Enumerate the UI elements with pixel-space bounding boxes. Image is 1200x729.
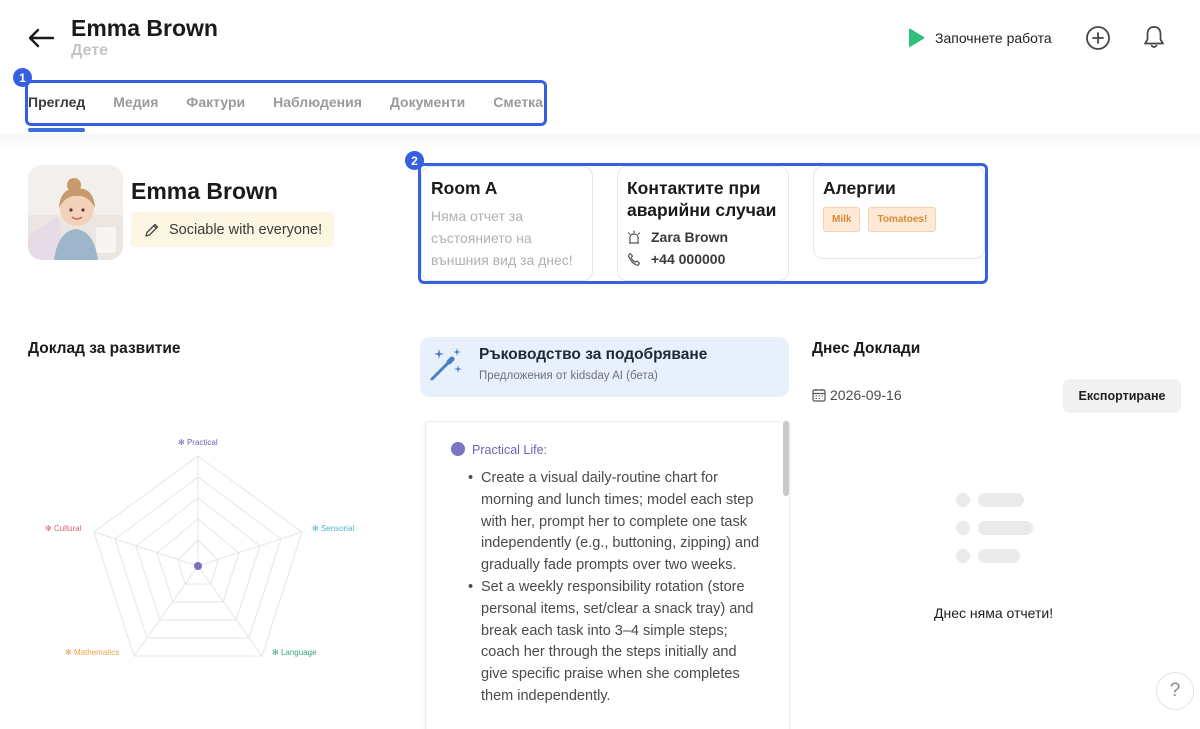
guidance-bullets: Create a visual daily-routine chart for …	[462, 468, 762, 708]
annotation-badge-2: 2	[405, 151, 424, 170]
profile-note[interactable]: Sociable with everyone!	[131, 212, 334, 247]
radar-label-practical: ✻ Practical	[178, 438, 218, 447]
magic-wand-icon	[430, 348, 462, 381]
radar-label-cultural: ✻ Cultural	[45, 524, 82, 533]
radar-label-language: ✻ Language	[272, 648, 317, 657]
play-icon	[909, 28, 925, 48]
active-tab-indicator	[28, 128, 85, 132]
start-work-label: Започнете работа	[935, 30, 1052, 46]
guidance-scrollbar[interactable]	[783, 421, 789, 496]
export-button[interactable]: Експортиране	[1063, 379, 1181, 413]
reports-date[interactable]: 2026-09-16	[812, 387, 902, 403]
category-dot-icon	[451, 442, 465, 456]
help-button[interactable]: ?	[1156, 672, 1194, 710]
calendar-icon	[812, 389, 826, 402]
guidance-title: Ръководство за подобряване	[479, 346, 708, 363]
development-report-title: Доклад за развитие	[28, 340, 181, 357]
plus-circle-icon	[1086, 26, 1110, 50]
guidance-bullet: Set a weekly responsibility rotation (st…	[462, 577, 762, 708]
guidance-category: Practical Life:	[472, 443, 548, 457]
annotation-box-tabs	[25, 80, 547, 126]
arrow-left-icon	[28, 28, 55, 48]
start-work-button[interactable]: Започнете работа	[906, 26, 1052, 50]
avatar	[28, 165, 123, 260]
profile-note-text: Sociable with everyone!	[169, 221, 323, 238]
radar-label-sensorial: ✻ Sensorial	[312, 524, 355, 533]
guidance-subtitle: Предложения от kidsday AI (бета)	[479, 370, 658, 382]
notifications-button[interactable]	[1141, 24, 1167, 50]
page-title: Emma Brown	[71, 15, 218, 41]
add-button[interactable]	[1085, 25, 1111, 51]
radar-label-mathematics: ✻ Mathematics	[65, 648, 119, 657]
page-subtitle: Дете	[71, 42, 109, 59]
empty-reports-text: Днес няма отчети!	[934, 605, 1054, 621]
guidance-bullet: Create a visual daily-routine chart for …	[462, 468, 762, 577]
radar-data-point	[194, 562, 202, 570]
development-radar-chart: ✻ Practical ✻ Sensorial ✻ Language ✻ Mat…	[45, 438, 355, 657]
reports-date-value: 2026-09-16	[830, 387, 902, 403]
annotation-box-cards	[418, 163, 988, 284]
empty-list-icon	[956, 493, 1033, 563]
today-reports-title: Днес Доклади	[812, 340, 921, 357]
tabs-divider	[0, 134, 1200, 150]
annotation-badge-1: 1	[13, 68, 32, 87]
radar-grid	[93, 455, 303, 657]
bell-icon	[1144, 26, 1164, 48]
profile-name: Emma Brown	[131, 178, 278, 204]
pencil-icon	[145, 223, 159, 237]
back-button[interactable]	[26, 24, 56, 52]
